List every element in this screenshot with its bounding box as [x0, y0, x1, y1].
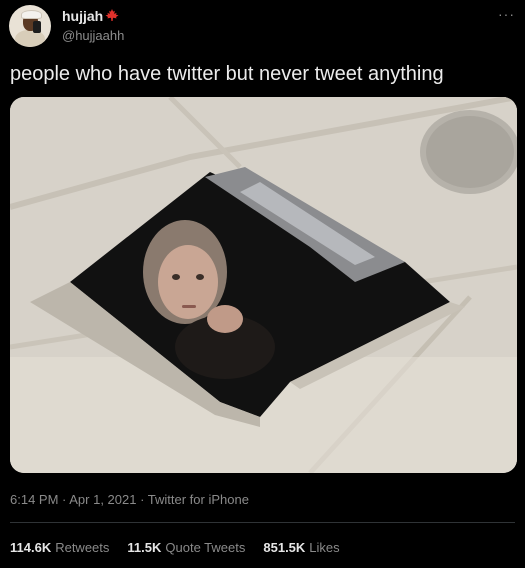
tweet-text: people who have twitter but never tweet …	[10, 63, 444, 85]
quote-tweets-count: 11.5K	[127, 540, 162, 555]
likes-stat[interactable]: 851.5K Likes	[263, 540, 339, 555]
display-name[interactable]: hujjah	[62, 8, 103, 24]
quote-tweets-label: Quote Tweets	[165, 540, 246, 555]
avatar-body	[15, 30, 45, 47]
retweets-stat[interactable]: 114.6K Retweets	[10, 540, 109, 555]
woman-hand	[207, 305, 243, 333]
more-options-icon[interactable]: ···	[498, 6, 515, 22]
avatar-phone	[33, 21, 41, 33]
canada-maple-leaf-icon	[105, 9, 119, 21]
retweets-count: 114.6K	[10, 540, 52, 555]
divider	[10, 522, 515, 523]
engagement-stats: 114.6K Retweets 11.5K Quote Tweets 851.5K L…	[10, 540, 340, 555]
quote-tweets-stat[interactable]: 11.5K Quote Tweets	[127, 540, 245, 555]
tweet-image[interactable]	[10, 97, 517, 473]
avatar-hat	[21, 10, 42, 19]
ceiling-speaker-inner	[426, 116, 514, 188]
handle[interactable]: @hujjaahh	[62, 28, 124, 43]
ceiling-photo	[10, 97, 517, 473]
likes-count: 851.5K	[263, 540, 306, 555]
woman-mouth	[182, 305, 196, 308]
woman-eye	[196, 274, 204, 280]
likes-label: Likes	[309, 540, 340, 555]
tweet-timestamp[interactable]: 6:14 PM · Apr 1, 2021 · Twitter for iPho…	[10, 492, 249, 507]
retweets-label: Retweets	[55, 540, 110, 555]
avatar[interactable]	[9, 5, 51, 47]
woman-eye	[172, 274, 180, 280]
